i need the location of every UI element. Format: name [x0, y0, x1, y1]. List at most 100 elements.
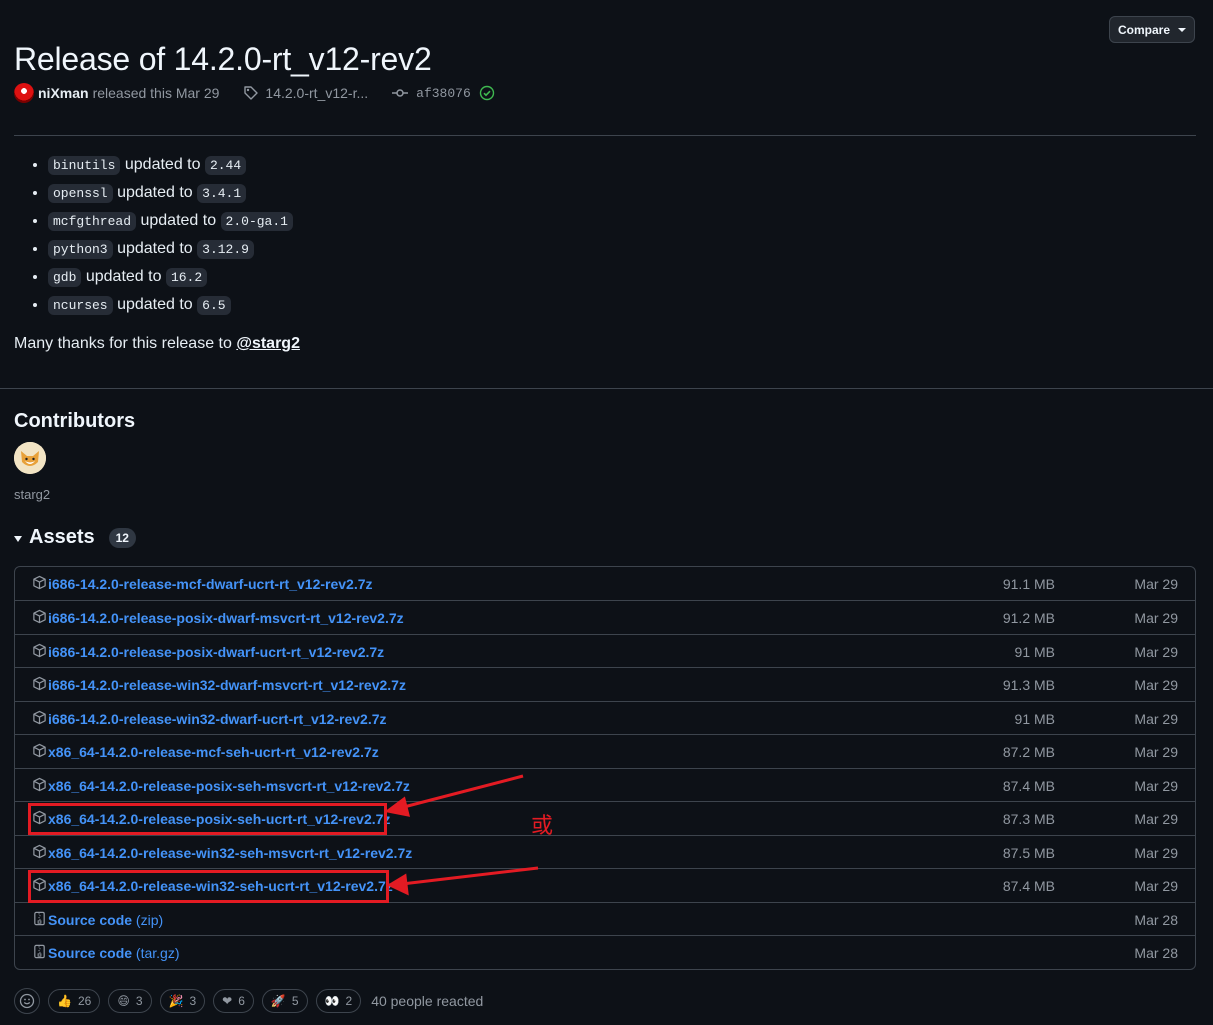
package-version: 2.44: [204, 156, 247, 175]
triangle-down-icon: [14, 535, 22, 542]
package-version: 16.2: [165, 268, 208, 287]
commit-link[interactable]: af38076: [416, 86, 471, 101]
asset-download-link[interactable]: x86_64-14.2.0-release-posix-seh-msvcrt-r…: [48, 778, 410, 794]
annotation-highlight-box: [28, 803, 387, 835]
asset-size: 87.4 MB: [1002, 778, 1055, 794]
reaction-heart-button[interactable]: ❤ 6: [213, 989, 254, 1013]
check-circle-icon[interactable]: [479, 85, 495, 101]
asset-download-link[interactable]: x86_64-14.2.0-release-win32-seh-msvcrt-r…: [48, 845, 412, 861]
author-link[interactable]: niXman: [38, 85, 89, 101]
annotation-highlight-box: [28, 870, 389, 903]
reaction-laugh-button[interactable]: 😄 3: [108, 989, 152, 1013]
file-zip-icon: [34, 911, 45, 926]
asset-row: i686-14.2.0-release-win32-dwarf-msvcrt-r…: [15, 667, 1195, 701]
assets-toggle[interactable]: Assets 12: [14, 526, 136, 549]
commit-icon: [392, 89, 409, 97]
asset-download-link[interactable]: x86_64-14.2.0-release-mcf-seh-ucrt-rt_v1…: [48, 744, 379, 760]
asset-row: Source code (zip) Mar 28: [15, 902, 1195, 936]
assets-heading: Assets: [29, 526, 95, 548]
note-text: updated to: [117, 240, 193, 257]
asset-name: Source code: [48, 912, 133, 928]
reaction-eyes-button[interactable]: 👀 2: [315, 989, 362, 1013]
reactions-summary: 40 people reacted: [371, 993, 484, 1009]
annotation-label: 或: [531, 814, 554, 839]
asset-download-link[interactable]: i686-14.2.0-release-mcf-dwarf-ucrt-rt_v1…: [48, 576, 373, 592]
asset-row: i686-14.2.0-release-mcf-dwarf-ucrt-rt_v1…: [15, 567, 1195, 601]
package-name: openssl: [48, 184, 113, 203]
asset-date: Mar 29: [1134, 576, 1178, 592]
asset-row: i686-14.2.0-release-posix-dwarf-ucrt-rt_…: [15, 634, 1195, 668]
compare-label: Compare: [1117, 22, 1170, 37]
heart-icon: ❤: [222, 994, 233, 1008]
page-title: Release of 14.2.0-rt_v12-rev2: [14, 41, 432, 78]
contributor-avatar[interactable]: [14, 442, 46, 474]
asset-date: Mar 29: [1134, 878, 1178, 894]
asset-date: Mar 29: [1134, 711, 1178, 727]
avatar[interactable]: [14, 83, 34, 103]
asset-row: x86_64-14.2.0-release-win32-seh-msvcrt-r…: [15, 835, 1195, 869]
asset-suffix: (zip): [135, 912, 164, 928]
reaction-hooray-button[interactable]: 🎉 3: [159, 989, 206, 1013]
package-icon: [33, 710, 46, 725]
asset-download-link[interactable]: i686-14.2.0-release-win32-dwarf-ucrt-rt_…: [48, 711, 387, 727]
asset-download-link[interactable]: i686-14.2.0-release-posix-dwarf-ucrt-rt_…: [48, 644, 384, 660]
asset-size: 91.2 MB: [1002, 610, 1055, 626]
rocket-icon: 🚀: [270, 994, 286, 1008]
package-name: gdb: [48, 268, 82, 287]
package-icon: [33, 643, 46, 658]
asset-suffix: (tar.gz): [135, 945, 180, 961]
asset-size: 87.5 MB: [1002, 845, 1055, 861]
package-icon: [33, 743, 46, 758]
asset-date: Mar 29: [1134, 644, 1178, 660]
reactions-bar: 👍 26 😄 3 🎉 3 ❤ 6 🚀 5 👀 2 40 people reacted: [14, 988, 483, 1014]
reaction-thumbs-up-button[interactable]: 👍 26: [48, 989, 101, 1013]
reaction-rocket-button[interactable]: 🚀 5: [261, 989, 308, 1013]
released-text: released this Mar 29: [92, 85, 220, 101]
note-text: updated to: [85, 268, 162, 285]
asset-row: x86_64-14.2.0-release-posix-seh-msvcrt-r…: [15, 768, 1195, 802]
reaction-count: 3: [135, 994, 143, 1008]
package-icon: [33, 575, 46, 590]
asset-name: i686-14.2.0-release-posix-dwarf-ucrt-rt_…: [48, 644, 385, 660]
reaction-count: 26: [77, 994, 92, 1008]
asset-download-link[interactable]: Source code (tar.gz): [48, 945, 180, 961]
asset-download-link[interactable]: i686-14.2.0-release-win32-dwarf-msvcrt-r…: [48, 677, 406, 693]
package-name: mcfgthread: [48, 212, 137, 231]
asset-download-link[interactable]: Source code (zip): [48, 912, 163, 928]
package-version: 3.4.1: [197, 184, 247, 203]
contributor-name[interactable]: starg2: [14, 487, 50, 502]
asset-row: i686-14.2.0-release-win32-dwarf-ucrt-rt_…: [15, 701, 1195, 735]
asset-row: i686-14.2.0-release-posix-dwarf-msvcrt-r…: [15, 600, 1195, 634]
note-text: updated to: [124, 156, 201, 173]
asset-date: Mar 28: [1134, 912, 1178, 928]
release-note-item: mcfgthread updated to 2.0-ga.1: [48, 208, 293, 236]
asset-size: 87.4 MB: [1002, 878, 1055, 894]
asset-name: i686-14.2.0-release-win32-dwarf-ucrt-rt_…: [48, 711, 387, 727]
thanks-user-link[interactable]: @starg2: [236, 335, 300, 352]
tag-link[interactable]: 14.2.0-rt_v12-r...: [265, 85, 368, 101]
package-icon: [33, 609, 46, 624]
asset-size: 87.2 MB: [1002, 744, 1055, 760]
asset-date: Mar 29: [1134, 778, 1178, 794]
assets-list: i686-14.2.0-release-mcf-dwarf-ucrt-rt_v1…: [14, 566, 1196, 970]
asset-download-link[interactable]: i686-14.2.0-release-posix-dwarf-msvcrt-r…: [48, 610, 404, 626]
note-text: updated to: [117, 184, 193, 201]
file-zip-icon: [34, 944, 45, 959]
note-text: updated to: [117, 296, 193, 313]
reaction-count: 2: [345, 994, 353, 1008]
compare-button[interactable]: Compare: [1109, 16, 1195, 43]
asset-date: Mar 29: [1134, 610, 1178, 626]
add-reaction-button[interactable]: [14, 988, 40, 1014]
release-note-item: ncurses updated to 6.5: [48, 292, 293, 320]
package-name: binutils: [48, 156, 121, 175]
package-icon: [33, 844, 46, 859]
assets-count-badge: 12: [108, 527, 136, 548]
asset-row: x86_64-14.2.0-release-mcf-seh-ucrt-rt_v1…: [15, 734, 1195, 768]
smiley-icon: [19, 993, 35, 1009]
tag-icon: [244, 86, 259, 100]
asset-row: Source code (tar.gz) Mar 28: [15, 935, 1195, 969]
asset-name: i686-14.2.0-release-mcf-dwarf-ucrt-rt_v1…: [48, 576, 373, 592]
asset-date: Mar 28: [1134, 945, 1178, 961]
thumbs-up-icon: 👍: [57, 994, 72, 1008]
eyes-icon: 👀: [324, 994, 340, 1008]
